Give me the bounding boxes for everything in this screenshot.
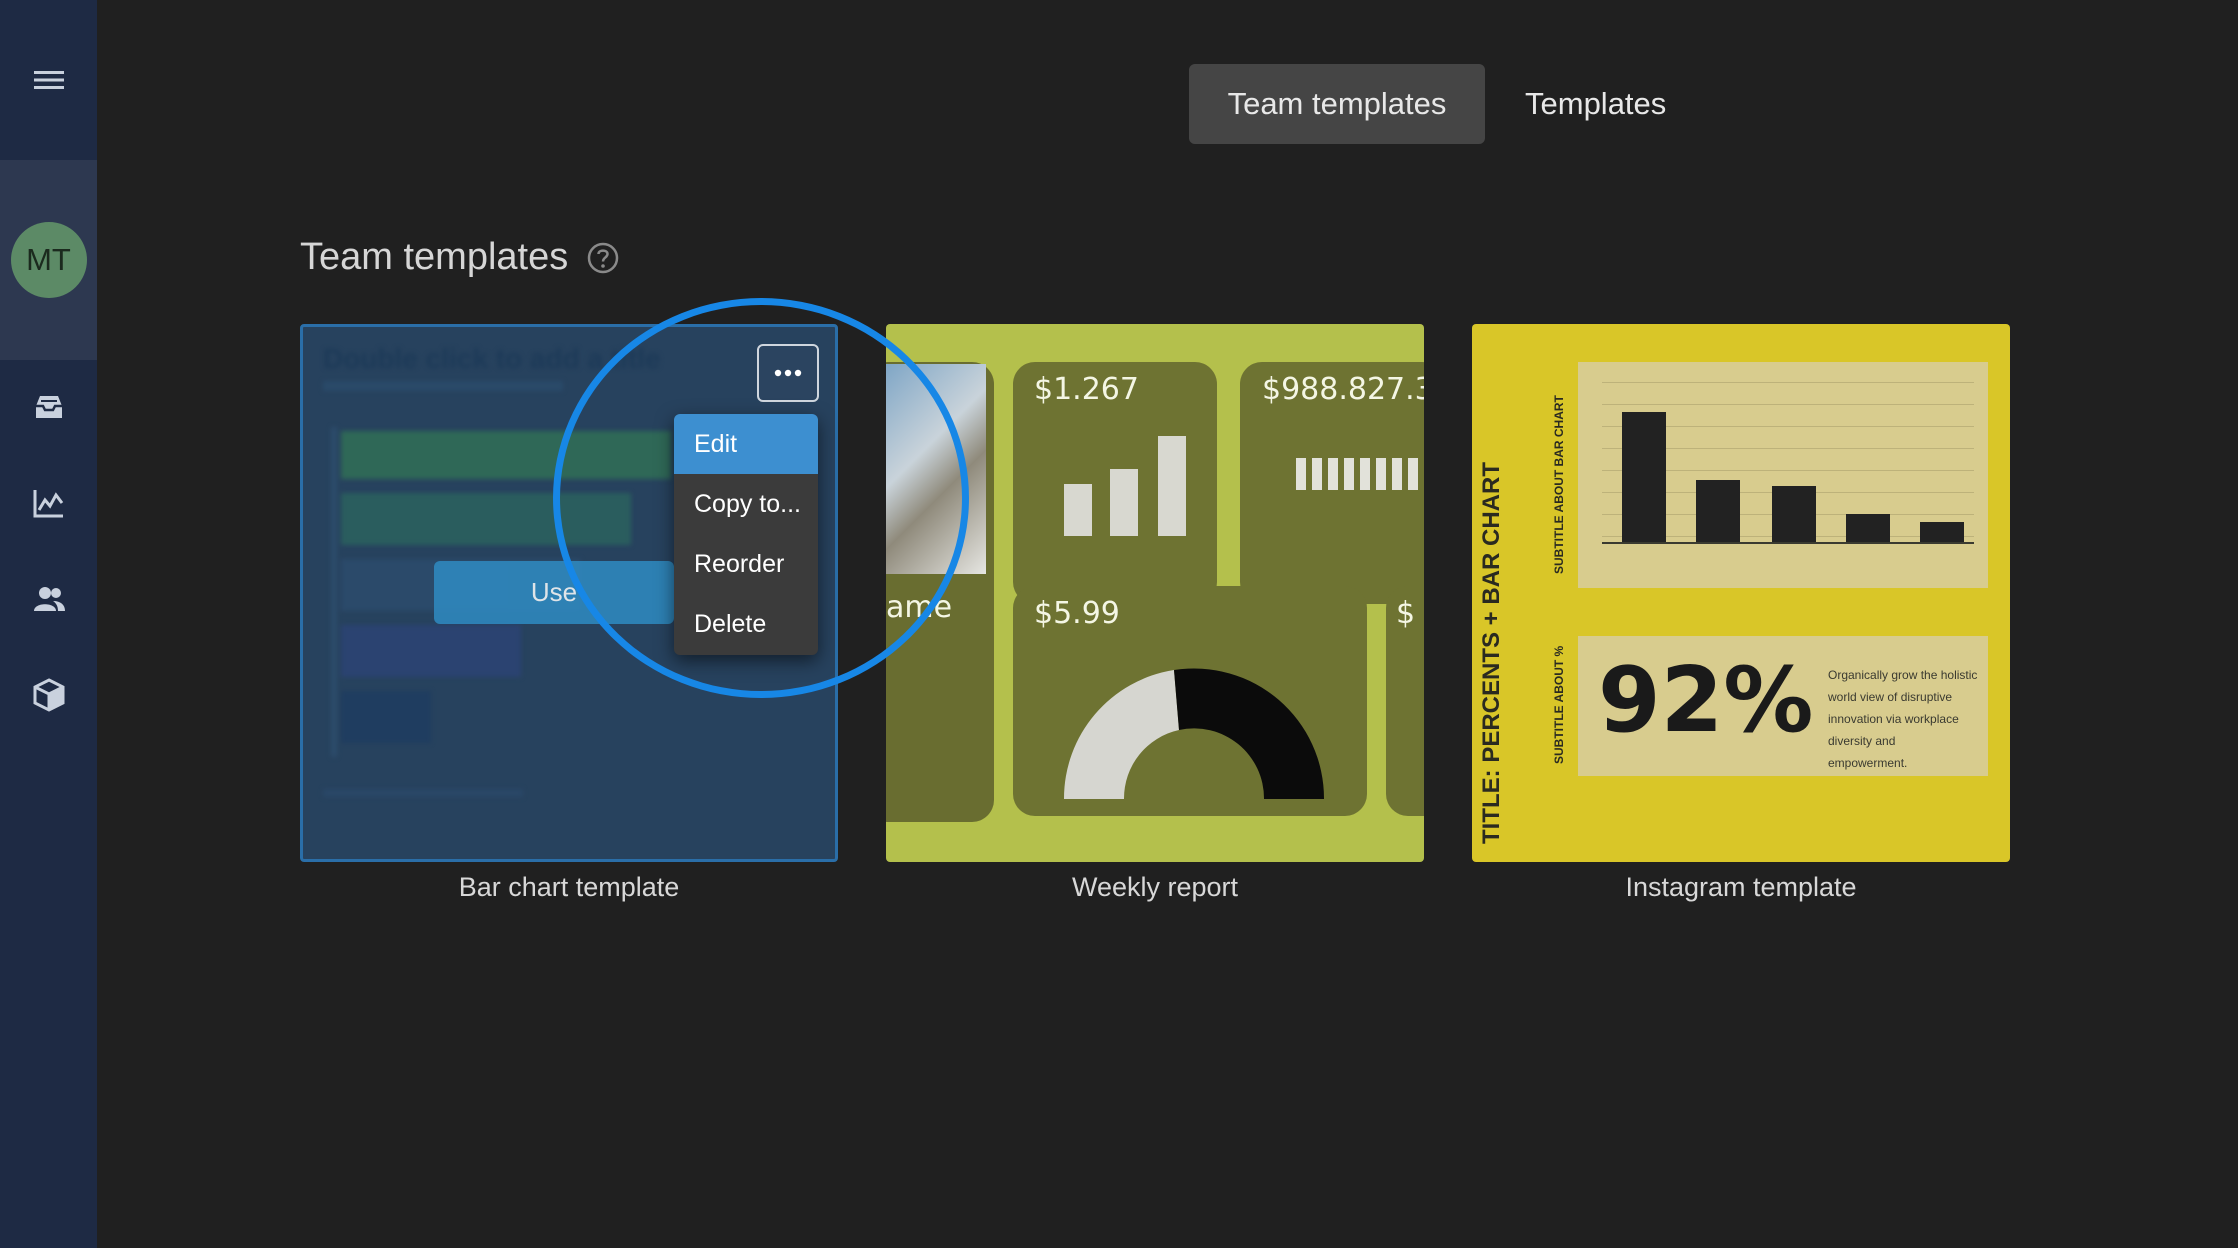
preview-title: Double click to add a title (323, 343, 661, 374)
use-template-button[interactable]: Use (434, 561, 674, 624)
inbox-tray-icon[interactable] (0, 370, 97, 444)
more-options-button[interactable] (757, 344, 819, 402)
line-chart-icon[interactable] (0, 466, 97, 540)
cube-icon[interactable] (0, 658, 97, 732)
tab-team-templates[interactable]: Team templates (1189, 64, 1485, 144)
context-menu: Edit Copy to... Reorder Delete (674, 414, 818, 655)
card-label-instagram: Instagram template (1625, 872, 1857, 902)
menu-item-edit[interactable]: Edit (674, 414, 818, 474)
card-label-weekly-report: Weekly report (1071, 872, 1239, 902)
preview-title: TITLE: PERCENTS + BAR CHART (1478, 461, 1505, 844)
sidebar: MT (0, 0, 97, 1248)
page-title: Team templates (300, 236, 569, 278)
tab-templates[interactable]: Templates (1493, 64, 1698, 144)
hamburger-menu-icon[interactable] (0, 40, 97, 120)
question-circle-icon[interactable] (586, 241, 620, 275)
more-dots-icon (774, 369, 802, 377)
users-icon[interactable] (0, 562, 97, 636)
section-heading: Team templates (300, 236, 620, 279)
menu-item-delete[interactable]: Delete (674, 594, 818, 654)
preview-bar-chart (1578, 362, 1988, 588)
preview-photo (886, 364, 986, 574)
menu-item-reorder[interactable]: Reorder (674, 534, 818, 594)
preview-stat: 92% Organically grow the holistic world … (1578, 636, 1988, 776)
card-label-bar-chart: Bar chart template (458, 872, 680, 902)
avatar: MT (10, 222, 87, 298)
preview-gauge (1063, 668, 1325, 799)
template-card-weekly-report[interactable]: ame $1.267 $988.827.3! $5.99 $ (886, 324, 1424, 862)
menu-item-copy-to[interactable]: Copy to... (674, 474, 818, 534)
template-card-instagram[interactable]: TITLE: PERCENTS + BAR CHART SUBTITLE ABO… (1472, 324, 2010, 862)
user-profile-button[interactable]: MT (0, 160, 97, 360)
